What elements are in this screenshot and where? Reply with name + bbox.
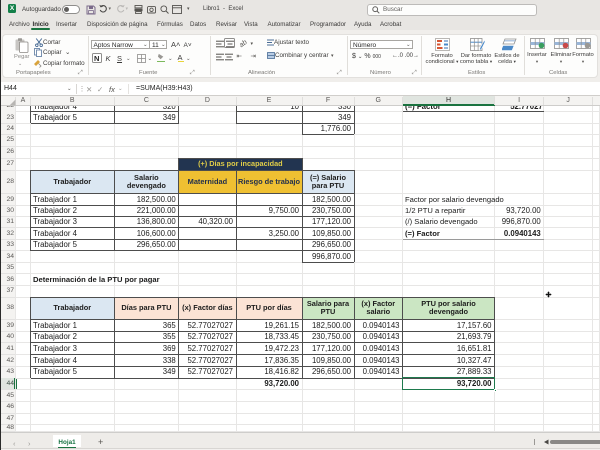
svg-text:ab: ab: [240, 39, 249, 48]
